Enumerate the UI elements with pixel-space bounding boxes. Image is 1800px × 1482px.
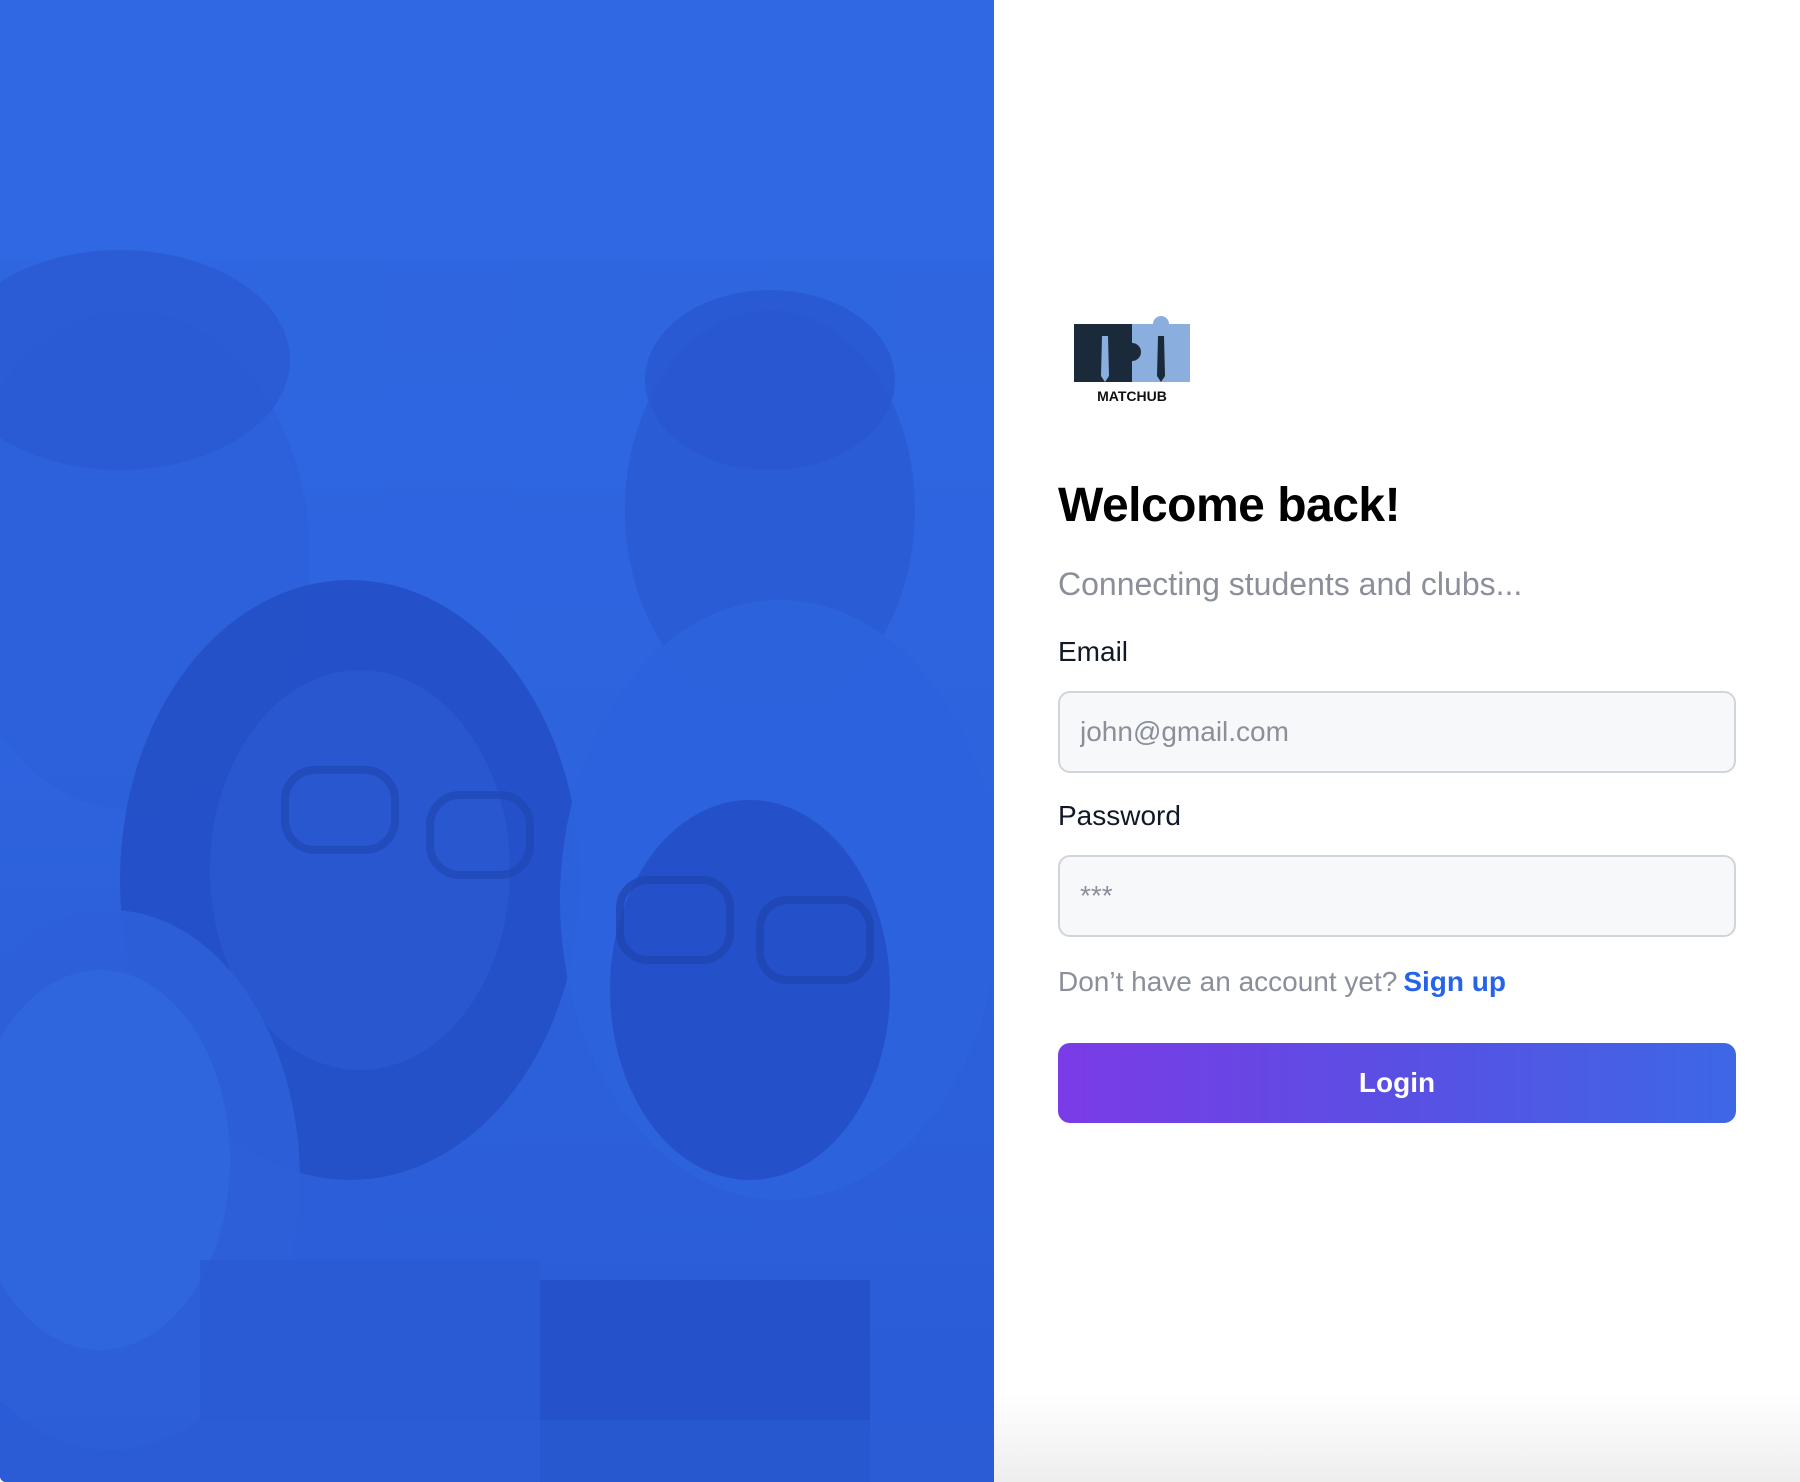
signup-prompt: Don’t have an account yet? [1058, 966, 1398, 997]
students-group-photo [0, 0, 994, 1482]
page-subtitle: Connecting students and clubs... [1058, 566, 1523, 602]
login-form-panel: MATCHUB Welcome back! Connecting student… [994, 0, 1800, 1482]
hero-image-panel [0, 0, 994, 1482]
signup-prompt-row: Don’t have an account yet? Sign up [1058, 966, 1506, 998]
email-label: Email [1058, 636, 1129, 667]
svg-text:MATCHUB: MATCHUB [1097, 388, 1167, 404]
signup-link[interactable]: Sign up [1403, 966, 1506, 997]
login-page: MATCHUB Welcome back! Connecting student… [0, 0, 1800, 1482]
password-field[interactable] [1058, 855, 1736, 937]
page-title: Welcome back! [1058, 479, 1401, 532]
login-button[interactable]: Login [1058, 1043, 1736, 1123]
password-label: Password [1058, 800, 1181, 831]
matchub-logo: MATCHUB [1072, 314, 1192, 404]
email-field[interactable] [1058, 691, 1736, 773]
